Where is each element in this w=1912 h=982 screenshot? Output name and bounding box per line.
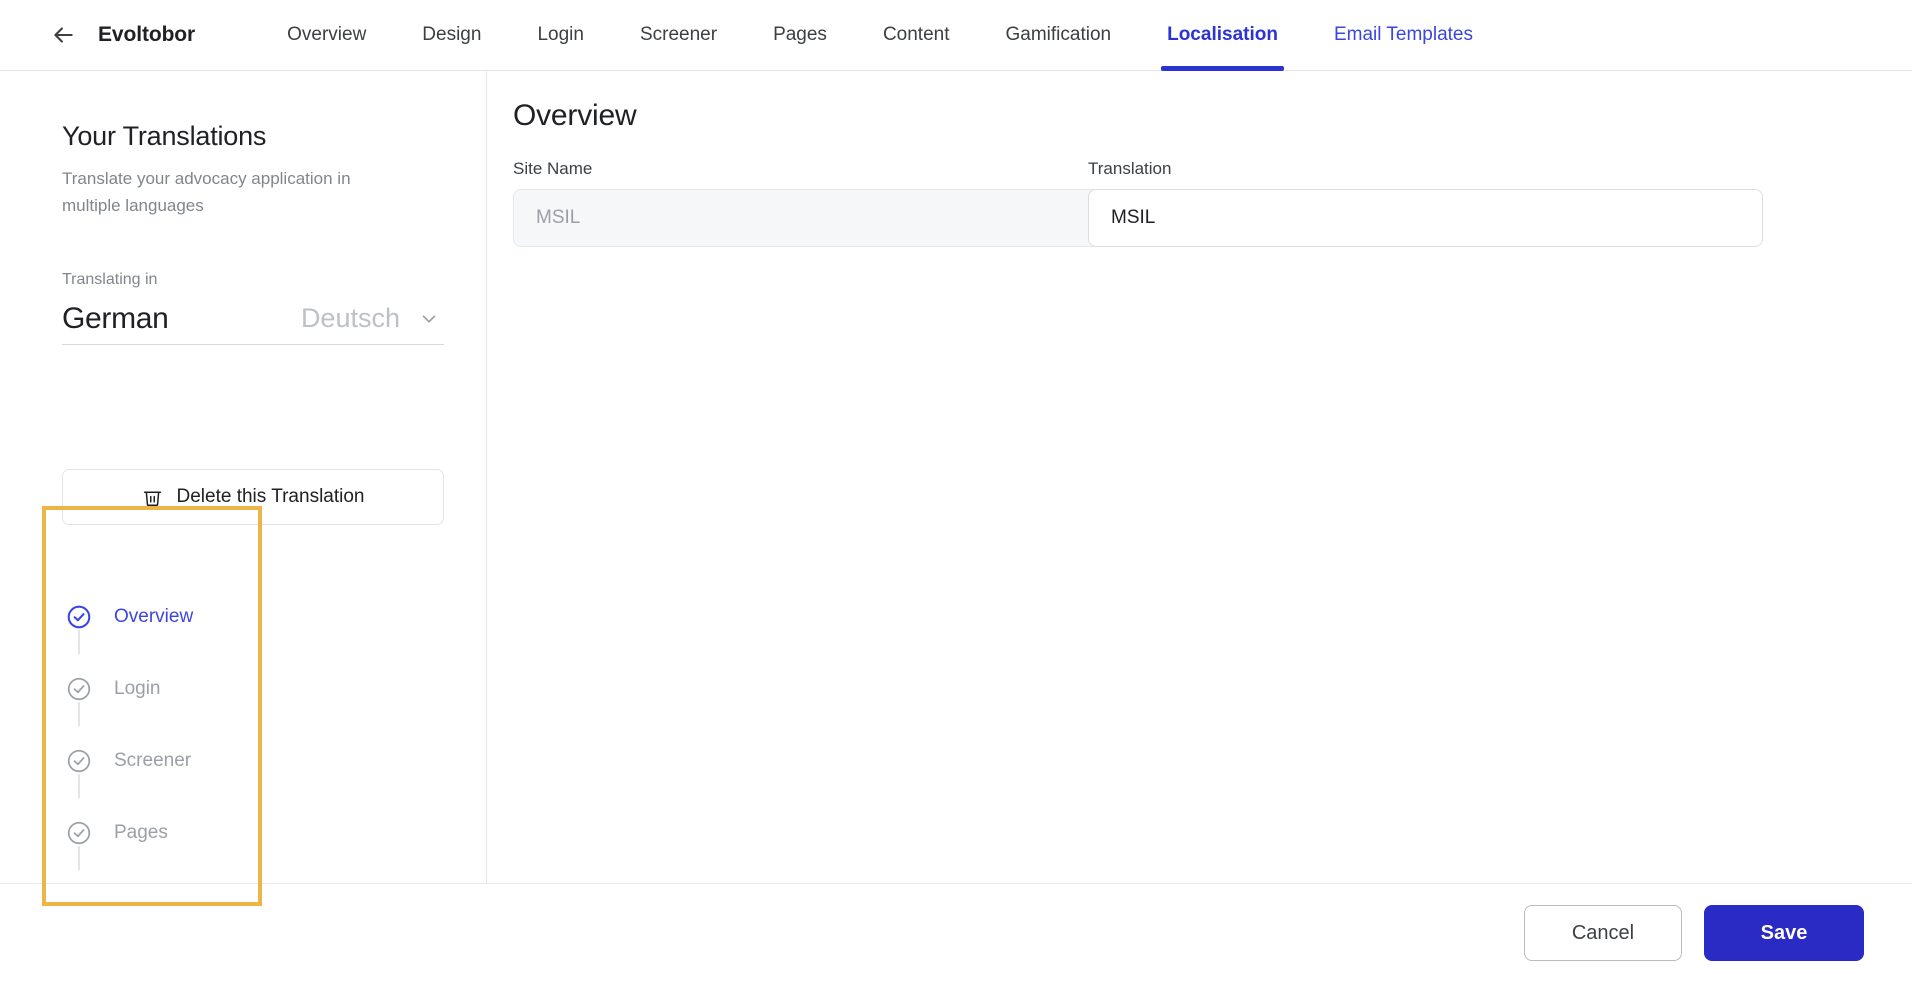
tab-label: Pages: [773, 24, 827, 45]
cancel-button[interactable]: Cancel: [1524, 905, 1682, 961]
step-label: Pages: [114, 822, 168, 843]
tab-localisation[interactable]: Localisation: [1139, 0, 1306, 71]
tab-label: Design: [422, 24, 482, 45]
page-title: Overview: [513, 99, 637, 132]
check-circle-icon: [66, 604, 92, 630]
tab-label: Gamification: [1005, 24, 1112, 45]
tab-gamification[interactable]: Gamification: [977, 0, 1139, 71]
delete-translation-label: Delete this Translation: [176, 486, 365, 507]
translations-sidebar: Your Translations Translate your advocac…: [0, 71, 487, 883]
tab-content[interactable]: Content: [855, 0, 978, 71]
top-navigation-bar: Evoltobor Overview Design Login Screener…: [0, 0, 1912, 71]
trash-icon: [142, 487, 163, 508]
chevron-down-icon: [418, 308, 440, 330]
tab-label: Content: [882, 24, 950, 45]
tab-label: Screener: [639, 24, 718, 45]
tab-label: Localisation: [1167, 24, 1278, 45]
tab-pages[interactable]: Pages: [745, 0, 855, 71]
translating-in-label: Translating in: [62, 271, 158, 288]
tab-overview[interactable]: Overview: [259, 0, 394, 71]
sidebar-step-overview[interactable]: Overview: [46, 581, 446, 654]
step-label: Login: [114, 678, 161, 699]
check-circle-icon: [66, 676, 92, 702]
tab-label: Overview: [287, 24, 367, 45]
main-content-panel: Overview Site Name MSIL Translation MSIL: [488, 71, 1912, 883]
tab-login[interactable]: Login: [509, 0, 612, 71]
sidebar-step-screener[interactable]: Screener: [46, 725, 446, 798]
delete-translation-button[interactable]: Delete this Translation: [62, 469, 444, 525]
nav-tabs: Overview Design Login Screener Pages Con…: [259, 0, 1501, 71]
sidebar-step-login[interactable]: Login: [46, 653, 446, 726]
save-button[interactable]: Save: [1704, 905, 1864, 961]
translation-steps-list: Overview Login Screener Pages: [46, 581, 446, 883]
sidebar-title: Your Translations: [62, 121, 267, 151]
language-name: German: [62, 301, 169, 335]
sidebar-step-content[interactable]: Content: [46, 869, 446, 883]
site-name-input: MSIL: [513, 189, 1188, 247]
translation-label: Translation: [1088, 159, 1172, 178]
site-name-field-group: Site Name MSIL: [513, 159, 1188, 247]
translation-input[interactable]: MSIL: [1088, 189, 1763, 247]
check-circle-icon: [66, 748, 92, 774]
app-brand-title: Evoltobor: [98, 23, 196, 46]
tab-label: Login: [537, 24, 584, 45]
translation-field-group: Translation MSIL: [1088, 159, 1763, 247]
check-circle-icon: [66, 820, 92, 846]
tab-email-templates[interactable]: Email Templates: [1306, 0, 1501, 71]
tab-design[interactable]: Design: [394, 0, 509, 71]
sidebar-subtitle: Translate your advocacy application in m…: [62, 169, 351, 215]
language-select[interactable]: German Deutsch: [62, 293, 444, 345]
language-native-name: Deutsch: [300, 303, 400, 333]
step-label: Overview: [114, 606, 194, 627]
arrow-left-icon[interactable]: [50, 22, 76, 48]
tab-label: Email Templates: [1333, 24, 1473, 45]
site-name-label: Site Name: [513, 159, 593, 178]
footer-action-bar: Cancel Save: [0, 883, 1912, 982]
tab-screener[interactable]: Screener: [612, 0, 745, 71]
step-label: Screener: [114, 750, 192, 771]
sidebar-step-pages[interactable]: Pages: [46, 797, 446, 870]
